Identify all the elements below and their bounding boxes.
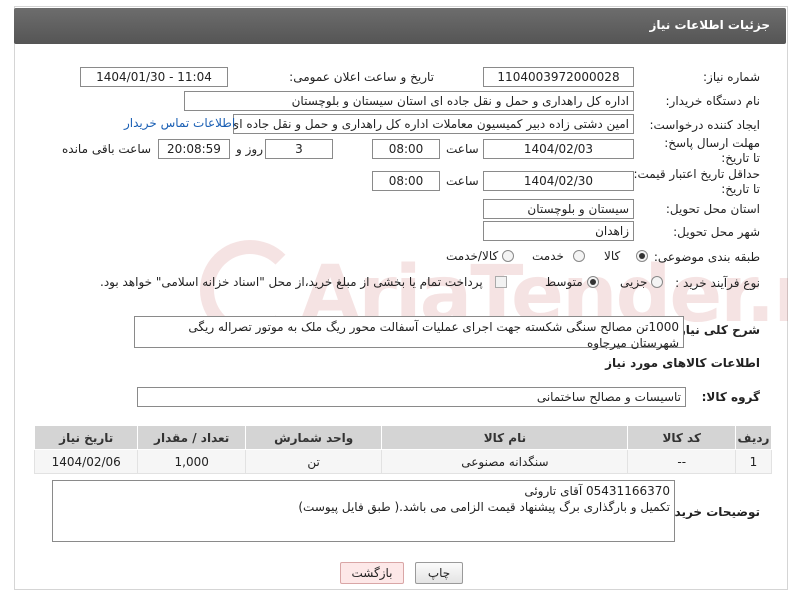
goods-table: ردیف کد کالا نام کالا واحد شمارش تعداد /… <box>33 425 773 474</box>
city-field[interactable]: زاهدان <box>483 221 634 241</box>
buyer-org-field[interactable]: اداره کل راهداری و حمل و نقل جاده ای است… <box>184 91 634 111</box>
validity-time-label: ساعت <box>446 174 479 188</box>
col-unit: واحد شمارش <box>244 425 383 450</box>
cell-code: -- <box>627 449 736 474</box>
need-number-label: شماره نیاز: <box>703 70 760 84</box>
province-label: استان محل تحویل: <box>665 202 760 216</box>
col-row: ردیف <box>734 425 773 450</box>
deadline-time-label: ساعت <box>446 142 479 156</box>
process-label: نوع فرآیند خرید : <box>675 276 760 290</box>
category-option-goods-service: کالا/خدمت <box>446 249 499 263</box>
remaining-time-field[interactable]: 20:08:59 <box>158 139 230 159</box>
back-button[interactable]: بازگشت <box>340 562 404 584</box>
process-radio-minor[interactable] <box>651 276 663 288</box>
cell-name: سنگدانه مصنوعی <box>381 449 629 474</box>
deadline-label: مهلت ارسال پاسخ: تا تاریخ: <box>664 136 760 165</box>
description-label: شرح کلی نیاز: <box>674 323 760 337</box>
col-date: تاریخ نیاز <box>33 425 139 450</box>
days-label: روز و <box>236 142 263 156</box>
col-code: کد کالا <box>627 425 736 450</box>
contact-info-link[interactable]: اطلاعات تماس خریدار <box>124 116 235 130</box>
goods-group-label: گروه کالا: <box>701 390 760 404</box>
table-header-row: ردیف کد کالا نام کالا واحد شمارش تعداد /… <box>33 425 773 450</box>
remaining-label: ساعت باقی مانده <box>62 142 152 156</box>
category-option-service: خدمت <box>532 249 564 263</box>
requester-field[interactable]: امین دشتی زاده دبیر کمیسیون معاملات ادار… <box>233 114 634 134</box>
buyer-org-label: نام دستگاه خریدار: <box>665 94 761 108</box>
buyer-notes-line2: تکمیل و بارگذاری برگ پیشنهاد قیمت الزامی… <box>298 500 670 514</box>
category-radio-goods[interactable] <box>636 250 648 262</box>
payment-note: پرداخت تمام یا بخشی از مبلغ خرید،از محل … <box>100 275 483 289</box>
city-label: شهر محل تحویل: <box>673 225 760 239</box>
announce-field[interactable]: 1404/01/30 - 11:04 <box>80 67 228 87</box>
province-field[interactable]: سیستان و بلوچستان <box>483 199 634 219</box>
category-option-goods: کالا <box>604 249 621 263</box>
goods-section-title: اطلاعات کالاهای مورد نیاز <box>605 356 760 370</box>
description-field[interactable]: 1000تن مصالح سنگی شکسته جهت اجرای عملیات… <box>134 316 684 350</box>
process-option-minor: جزیی <box>620 275 648 289</box>
buyer-notes-field[interactable]: 05431166370 آقای تاروئی تکمیل و بارگذاری… <box>52 480 675 542</box>
category-label: طبقه بندی موضوعی: <box>653 250 760 264</box>
deadline-time-field[interactable]: 08:00 <box>372 139 440 159</box>
category-radio-goods-service[interactable] <box>502 250 514 262</box>
cell-unit: تن <box>244 449 383 474</box>
validity-date-field[interactable]: 1404/02/30 <box>483 171 634 191</box>
page-title: جزئیات اطلاعات نیاز <box>649 18 770 32</box>
announce-label: تاریخ و ساعت اعلان عمومی: <box>289 70 434 84</box>
days-field[interactable]: 3 <box>265 139 333 159</box>
cell-qty: 1,000 <box>137 449 246 474</box>
validity-time-field[interactable]: 08:00 <box>372 171 440 191</box>
category-radio-service[interactable] <box>573 250 585 262</box>
col-name: نام کالا <box>381 425 629 450</box>
buyer-notes-line1: 05431166370 آقای تاروئی <box>524 484 670 498</box>
need-number-field[interactable]: 1104003972000028 <box>483 67 634 87</box>
print-button[interactable]: چاپ <box>415 562 463 584</box>
min-validity-label: حداقل تاریخ اعتبار قیمت: تا تاریخ: <box>633 167 760 196</box>
cell-row: 1 <box>734 449 773 474</box>
cell-date: 1404/02/06 <box>33 449 139 474</box>
title-bar: جزئیات اطلاعات نیاز <box>14 8 786 44</box>
col-qty: تعداد / مقدار <box>137 425 246 450</box>
process-option-medium: متوسط <box>545 275 583 289</box>
treasury-checkbox[interactable] <box>495 276 507 288</box>
goods-group-field[interactable]: تاسیسات و مصالح ساختمانی <box>137 387 686 407</box>
table-row[interactable]: 1 -- سنگدانه مصنوعی تن 1,000 1404/02/06 <box>33 449 773 474</box>
requester-label: ایجاد کننده درخواست: <box>649 118 760 132</box>
process-radio-medium[interactable] <box>587 276 599 288</box>
deadline-date-field[interactable]: 1404/02/03 <box>483 139 634 159</box>
